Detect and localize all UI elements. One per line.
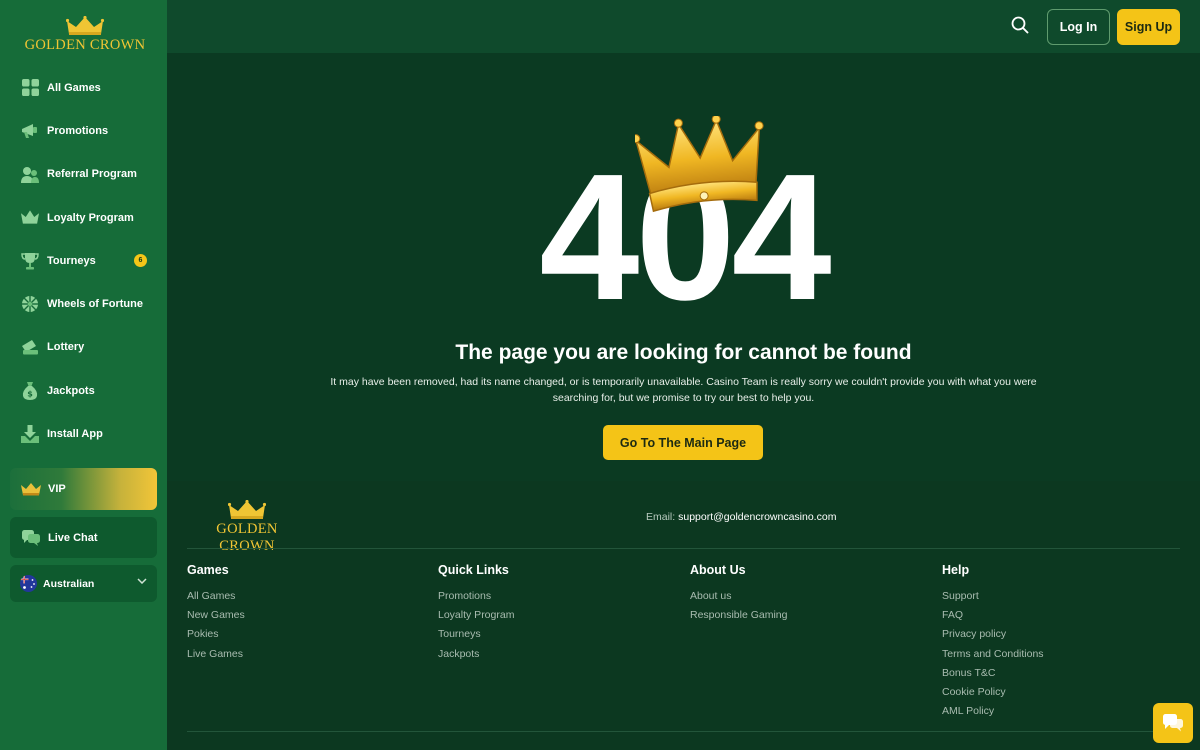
- money-bag-icon: $: [21, 382, 39, 401]
- footer-link[interactable]: Bonus T&C: [942, 667, 1044, 686]
- footer-link[interactable]: Privacy policy: [942, 628, 1044, 647]
- email-link[interactable]: support@goldencrowncasino.com: [678, 511, 836, 523]
- footer-link[interactable]: New Games: [187, 609, 245, 628]
- error-description: It may have been removed, had its name c…: [330, 376, 1037, 404]
- sidebar-item-all-games[interactable]: All Games: [0, 66, 167, 109]
- chevron-down-icon: [137, 578, 147, 584]
- footer: GOLDEN CROWN Email: support@goldencrownc…: [167, 481, 1200, 750]
- footer-divider: [187, 548, 1180, 549]
- sidebar-item-referral-program[interactable]: Referral Program: [0, 153, 167, 196]
- language-selector[interactable]: Australian: [10, 565, 157, 602]
- footer-link[interactable]: Pokies: [187, 628, 245, 647]
- footer-link[interactable]: Promotions: [438, 590, 514, 609]
- gold-crown-icon: [635, 116, 764, 213]
- download-icon: [21, 425, 39, 444]
- chat-fab-button[interactable]: [1153, 703, 1193, 743]
- tourneys-count-badge: 6: [134, 254, 147, 268]
- sidebar-item-loyalty-program[interactable]: Loyalty Program: [0, 196, 167, 239]
- footer-bottom-divider: [187, 731, 1180, 732]
- footer-column-title: Help: [942, 563, 970, 577]
- sidebar: GOLDEN CROWN All Games Promotions Referr…: [0, 0, 167, 750]
- trophy-icon: [21, 252, 39, 270]
- vip-label: VIP: [48, 483, 66, 495]
- chat-icon: [1163, 714, 1183, 732]
- footer-column-title: Games: [187, 563, 229, 577]
- footer-logo[interactable]: GOLDEN CROWN: [187, 500, 307, 555]
- footer-column-quick-links: Quick Links Promotions Loyalty Program T…: [438, 563, 514, 667]
- login-button[interactable]: Log In: [1047, 9, 1110, 45]
- sidebar-item-promotions[interactable]: Promotions: [0, 109, 167, 152]
- live-chat-label: Live Chat: [48, 531, 98, 544]
- sidebar-item-label: Install App: [47, 428, 103, 441]
- footer-link[interactable]: FAQ: [942, 609, 1044, 628]
- footer-link[interactable]: Support: [942, 590, 1044, 609]
- wheel-icon: [21, 295, 39, 313]
- footer-column-help: Help Support FAQ Privacy policy Terms an…: [942, 563, 1044, 724]
- footer-link[interactable]: Jackpots: [438, 648, 514, 667]
- megaphone-icon: [21, 122, 39, 140]
- brand-name: GOLDEN CROWN: [24, 37, 146, 53]
- sidebar-item-label: Referral Program: [47, 168, 137, 181]
- logo-crown-icon: [228, 500, 266, 519]
- sidebar-item-label: Tourneys: [47, 254, 96, 267]
- page-title: The page you are looking for cannot be f…: [455, 341, 912, 364]
- sidebar-item-label: Promotions: [47, 124, 109, 137]
- email-label: Email:: [646, 511, 676, 523]
- sidebar-nav: All Games Promotions Referral Program Lo…: [0, 66, 167, 456]
- go-to-main-page-button[interactable]: Go To The Main Page: [603, 425, 763, 460]
- vip-button[interactable]: VIP: [10, 468, 157, 510]
- top-header: Log In Sign Up: [167, 0, 1200, 53]
- footer-brand-name: GOLDEN CROWN: [216, 521, 278, 554]
- sidebar-item-label: Jackpots: [47, 384, 95, 397]
- search-icon: [1011, 16, 1029, 34]
- users-icon: [21, 165, 39, 183]
- footer-column-title: Quick Links: [438, 563, 509, 577]
- footer-link[interactable]: All Games: [187, 590, 245, 609]
- ticket-icon: [21, 338, 39, 356]
- footer-link[interactable]: Tourneys: [438, 628, 514, 647]
- footer-link[interactable]: AML Policy: [942, 705, 1044, 724]
- sidebar-item-lottery[interactable]: Lottery: [0, 326, 167, 369]
- footer-link[interactable]: Terms and Conditions: [942, 648, 1044, 667]
- sidebar-item-label: Lottery: [47, 341, 85, 354]
- sidebar-item-label: All Games: [47, 81, 101, 94]
- footer-link[interactable]: Cookie Policy: [942, 686, 1044, 705]
- footer-column-games: Games All Games New Games Pokies Live Ga…: [187, 563, 245, 667]
- sidebar-item-tourneys[interactable]: Tourneys 6: [0, 239, 167, 282]
- footer-link[interactable]: Live Games: [187, 648, 245, 667]
- brand-logo[interactable]: GOLDEN CROWN: [24, 16, 146, 54]
- error-content: 404 The page you are looking for cannot …: [167, 53, 1200, 481]
- signup-button[interactable]: Sign Up: [1117, 9, 1180, 45]
- grid-icon: [21, 79, 39, 97]
- sidebar-item-label: Wheels of Fortune: [47, 298, 143, 311]
- sidebar-item-wheels-of-fortune[interactable]: Wheels of Fortune: [0, 282, 167, 325]
- crown-icon: [21, 209, 39, 227]
- footer-link[interactable]: Responsible Gaming: [690, 609, 787, 628]
- sidebar-item-jackpots[interactable]: $ Jackpots: [0, 369, 167, 412]
- search-button[interactable]: [1011, 16, 1031, 36]
- footer-email: Email: support@goldencrowncasino.com: [646, 511, 836, 523]
- footer-link[interactable]: Loyalty Program: [438, 609, 514, 628]
- live-chat-button[interactable]: Live Chat: [10, 517, 157, 558]
- australia-flag-icon: [20, 575, 37, 592]
- footer-link[interactable]: About us: [690, 590, 787, 609]
- footer-column-title: About Us: [690, 563, 746, 577]
- logo-crown-icon: [66, 16, 104, 35]
- sidebar-item-label: Loyalty Program: [47, 211, 134, 224]
- svg-text:$: $: [27, 390, 33, 399]
- language-label: Australian: [43, 577, 95, 590]
- footer-column-about-us: About Us About us Responsible Gaming: [690, 563, 787, 628]
- sidebar-item-install-app[interactable]: Install App: [0, 412, 167, 455]
- chat-bubbles-icon: [22, 529, 40, 546]
- vip-crown-icon: [21, 482, 41, 495]
